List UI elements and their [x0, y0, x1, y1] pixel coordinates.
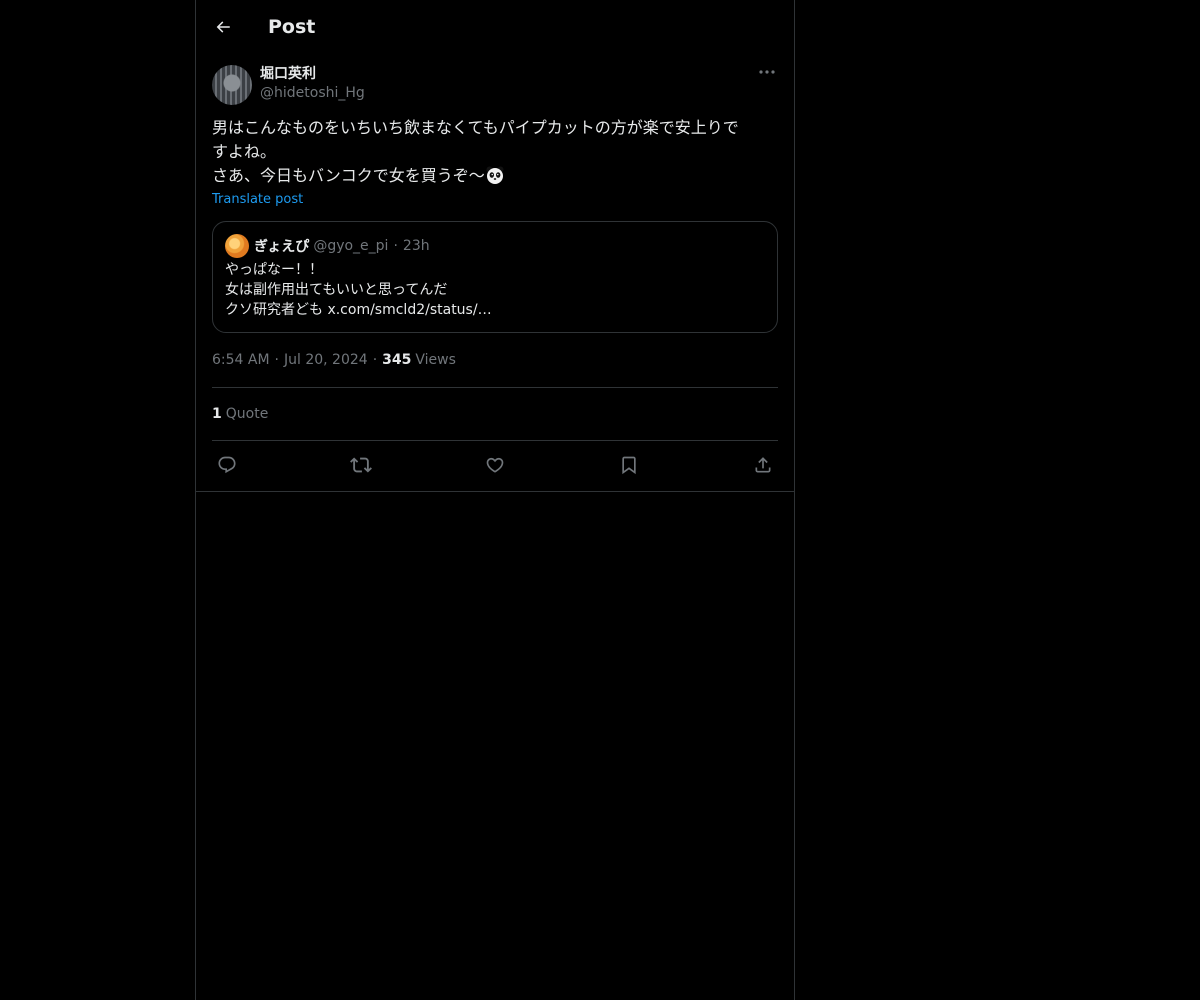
quoted-post-card[interactable]: ぎょえぴ @gyo_e_pi · 23h やっぱなー！！ 女は副作用出てもいいと…	[212, 221, 778, 333]
quoted-author-handle: @gyo_e_pi	[313, 238, 389, 254]
quoted-text-line: クソ研究者ども x.com/smcld2/status/…	[225, 302, 492, 318]
quoted-post-header: ぎょえぴ @gyo_e_pi · 23h	[225, 234, 765, 258]
post-author-row: 堀口英利 @hidetoshi_Hg	[212, 54, 778, 110]
post-time[interactable]: 6:54 AM	[212, 352, 270, 368]
arrow-left-icon	[214, 18, 232, 36]
post-date[interactable]: Jul 20, 2024	[284, 352, 368, 368]
post: 堀口英利 @hidetoshi_Hg 男はこんなものをいちいち飲まなくてもパイプ…	[196, 54, 794, 488]
post-text-line: さあ、今日もバンコクで女を買うぞ〜	[212, 166, 485, 185]
avatar[interactable]	[212, 65, 252, 105]
post-bottom-divider	[196, 491, 794, 492]
separator-dot: ·	[274, 352, 279, 368]
post-text-line: 男はこんなものをいちいち飲まなくてもパイプカットの方が楽で安上りで	[212, 118, 739, 137]
quoted-text-line: やっぱなー！！	[225, 262, 323, 278]
post-text-line: すよね。	[212, 142, 277, 161]
repost-icon	[350, 454, 372, 476]
like-icon	[485, 455, 505, 475]
post-stats: 1 Quote	[212, 388, 778, 440]
author-name[interactable]: 堀口英利	[260, 65, 365, 84]
page-title: Post	[268, 16, 316, 38]
more-horizontal-icon	[759, 70, 775, 74]
views-count: 345	[382, 352, 412, 368]
reply-button[interactable]	[216, 454, 238, 476]
quoted-author-name: ぎょえぴ	[254, 239, 310, 255]
post-actions	[212, 441, 778, 488]
quoted-avatar	[225, 234, 249, 258]
more-button[interactable]	[756, 64, 778, 80]
separator-dot: ·	[372, 352, 378, 368]
translate-post-link[interactable]: Translate post	[212, 191, 303, 209]
panda-emoji-icon	[485, 165, 505, 185]
like-button[interactable]	[484, 454, 506, 476]
quotes-label[interactable]: Quote	[226, 406, 269, 422]
reply-icon	[217, 455, 237, 475]
quoted-post-text: やっぱなー！！ 女は副作用出てもいいと思ってんだ クソ研究者ども x.com/s…	[225, 260, 765, 320]
top-bar: Post	[196, 0, 794, 54]
back-button[interactable]	[212, 16, 234, 38]
primary-column: Post 堀口英利 @hidetoshi_Hg 男はこんなものをいちいち飲まなく…	[195, 0, 795, 1000]
share-button[interactable]	[752, 454, 774, 476]
quoted-post-time: 23h	[402, 238, 430, 254]
quotes-count[interactable]: 1	[212, 406, 222, 422]
repost-button[interactable]	[350, 454, 372, 476]
post-meta: 6:54 AM · Jul 20, 2024 · 345 Views	[212, 349, 778, 371]
views-label: Views	[415, 352, 456, 368]
post-text: 男はこんなものをいちいち飲まなくてもパイプカットの方が楽で安上りで すよね。 さ…	[212, 116, 778, 188]
quoted-text-line: 女は副作用出てもいいと思ってんだ	[225, 282, 448, 298]
bookmark-icon	[619, 455, 639, 475]
share-icon	[753, 455, 773, 475]
author-handle[interactable]: @hidetoshi_Hg	[260, 84, 365, 103]
page: Post 堀口英利 @hidetoshi_Hg 男はこんなものをいちいち飲まなく…	[0, 0, 1200, 1000]
separator-dot: ·	[393, 238, 398, 254]
bookmark-button[interactable]	[618, 454, 640, 476]
author-names: 堀口英利 @hidetoshi_Hg	[260, 65, 365, 103]
